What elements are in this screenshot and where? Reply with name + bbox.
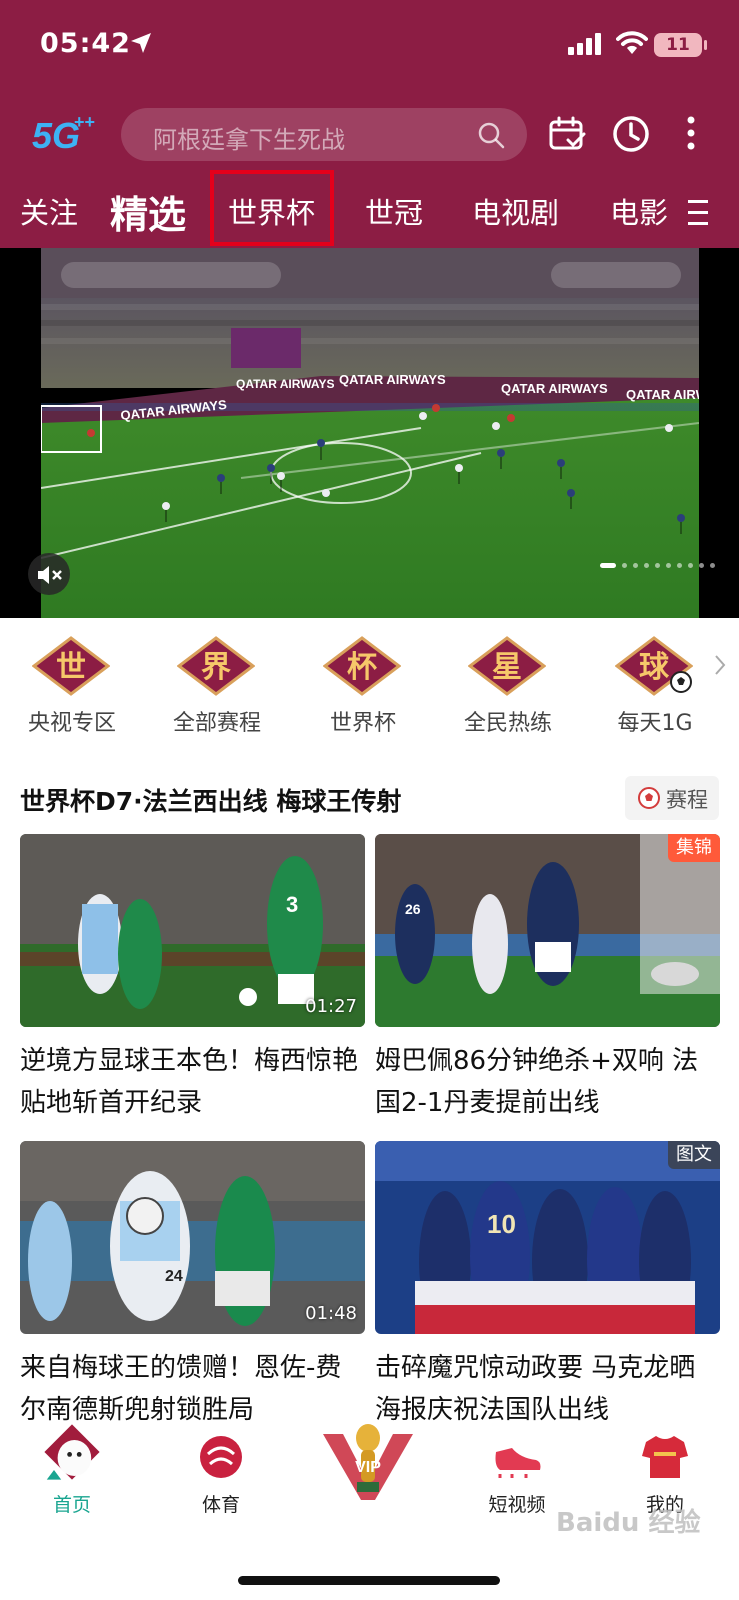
star-emblem-icon: 星 — [468, 636, 546, 696]
quick-link-daily-data[interactable]: 球 每天1G — [590, 632, 720, 742]
calendar-icon[interactable] — [548, 116, 586, 152]
status-time: 05:42 — [40, 28, 131, 59]
schedule-button[interactable]: 赛程 — [625, 776, 719, 820]
ball-emblem-icon: 球 — [615, 636, 693, 696]
tab-tv-series[interactable]: 电视剧 — [472, 190, 559, 232]
svg-text:球: 球 — [639, 650, 670, 685]
cup-emblem-icon: 杯 — [323, 636, 401, 696]
video-title[interactable]: 逆境方显球王本色！梅西惊艳贴地斩首开纪录 — [20, 1040, 365, 1124]
quick-link-world-cup[interactable]: 杯 世界杯 — [298, 632, 428, 742]
battery-tip — [704, 40, 707, 50]
tab-world-cup[interactable]: 世界杯 — [228, 190, 315, 232]
tab-champions[interactable]: 世冠 — [365, 190, 423, 232]
section-title: 世界杯D7·法兰西出线 梅球王传射 — [20, 787, 402, 816]
location-arrow-icon — [131, 33, 151, 53]
svg-text:星: 星 — [492, 650, 522, 685]
quick-link-schedule[interactable]: 界 全部赛程 — [152, 632, 282, 742]
video-thumbnail[interactable]: 10 图文 — [375, 1141, 720, 1334]
carousel-dot — [710, 563, 715, 568]
ad-board-3: QATAR AIRWAYS — [339, 372, 446, 387]
jersey-number: 10 — [487, 1209, 516, 1239]
carousel-dot — [655, 563, 660, 568]
nav-vip[interactable]: VIP — [313, 1424, 423, 1528]
schedule-label: 赛程 — [666, 788, 708, 812]
svg-text:++: ++ — [74, 112, 95, 132]
quick-link-label: 每天1G — [617, 711, 693, 736]
search-icon[interactable] — [477, 121, 505, 149]
wifi-icon — [616, 31, 648, 54]
tab-follow[interactable]: 关注 — [20, 190, 78, 232]
highlights-badge: 集锦 — [668, 834, 720, 862]
jersey-number: 26 — [405, 901, 421, 917]
carousel-dot-active — [600, 563, 616, 568]
vip-label: VIP — [355, 1459, 381, 1476]
svg-text:杯: 杯 — [347, 650, 377, 685]
video-title[interactable]: 来自梅球王的馈赠！恩佐-费尔南德斯兜射锁胜局 — [20, 1347, 365, 1431]
cellular-signal-icon — [568, 33, 601, 55]
quick-link-label: 全民热练 — [463, 711, 552, 736]
quick-link-label: 世界杯 — [329, 711, 396, 736]
battery-level: 11 — [666, 35, 690, 55]
watermark: Baidu 经验 — [556, 1508, 701, 1538]
carousel-dot — [644, 563, 649, 568]
logo-text: 5G — [32, 115, 80, 154]
chevron-right-icon[interactable] — [714, 654, 726, 676]
video-title[interactable]: 击碎魔咒惊动政要 马克龙晒海报庆祝法国队出线 — [375, 1347, 720, 1431]
more-options-icon[interactable] — [686, 116, 696, 150]
home-indicator[interactable] — [238, 1576, 500, 1585]
article-badge: 图文 — [668, 1141, 720, 1169]
carousel-dot — [666, 563, 671, 568]
ad-board-2: QATAR AIRWAYS — [236, 377, 334, 391]
carousel-dot — [699, 563, 704, 568]
carousel-dot — [633, 563, 638, 568]
football-boot-icon — [495, 1448, 541, 1478]
mute-button[interactable] — [28, 553, 70, 595]
search-input[interactable]: 阿根廷拿下生死战 — [121, 108, 527, 161]
app-logo[interactable]: 5G ++ — [30, 110, 102, 154]
nav-home[interactable]: 首页 — [17, 1424, 127, 1528]
carousel-dot — [677, 563, 682, 568]
vip-trophy-icon: VIP — [323, 1424, 413, 1500]
ad-board-4: QATAR AIRWAYS — [501, 381, 608, 396]
battery-indicator: 11 — [654, 33, 702, 57]
tab-featured[interactable]: 精选 — [110, 184, 186, 239]
channel-tabs: 关注 精选 世界杯 世冠 电视剧 电影 — [0, 170, 739, 246]
quick-link-label: 全部赛程 — [172, 711, 261, 736]
history-clock-icon[interactable] — [612, 115, 650, 153]
quick-link-training[interactable]: 星 全民热练 — [443, 632, 573, 742]
ad-board-5: QATAR AIRWAYS — [626, 387, 699, 402]
app-screen: 05:42 11 5G ++ 阿根廷拿下生死战 关注 精选 世界杯 世冠 电视剧… — [0, 0, 739, 1600]
video-title[interactable]: 姆巴佩86分钟绝杀+双响 法国2-1丹麦提前出线 — [375, 1040, 720, 1124]
jersey-number: 3 — [286, 892, 298, 917]
svg-text:世: 世 — [56, 650, 86, 685]
search-placeholder: 阿根廷拿下生死战 — [153, 126, 345, 154]
sports-ball-icon — [200, 1436, 242, 1478]
hero-video[interactable]: QATAR AIRWAYS QATAR AIRWAYS QATAR AIRWAY… — [0, 248, 739, 618]
quick-link-label: 央视专区 — [27, 711, 116, 736]
quick-link-cctv[interactable]: 世 央视专区 — [7, 632, 137, 742]
header: 05:42 11 5G ++ 阿根廷拿下生死战 关注 精选 世界杯 世冠 电视剧… — [0, 0, 739, 248]
tab-movies[interactable]: 电影 — [610, 190, 668, 232]
mascot-home-icon — [44, 1424, 100, 1480]
video-duration: 01:27 — [305, 996, 357, 1017]
video-thumbnail[interactable]: 24 01:48 — [20, 1141, 365, 1334]
nav-label: 首页 — [52, 1494, 91, 1516]
carousel-dot — [688, 563, 693, 568]
jersey-number: 24 — [165, 1268, 183, 1285]
world-emblem-icon: 世 — [32, 636, 110, 696]
video-duration: 01:48 — [305, 1303, 357, 1324]
speaker-muted-icon — [38, 566, 62, 584]
nav-label: 体育 — [201, 1494, 240, 1516]
quick-links: 世 央视专区 界 全部赛程 杯 世界杯 星 全民热练 球 每天1G — [0, 632, 739, 742]
football-icon — [638, 787, 660, 809]
video-thumbnail[interactable]: 3 01:27 — [20, 834, 365, 1027]
nav-sports[interactable]: 体育 — [166, 1428, 276, 1528]
field-emblem-icon: 界 — [177, 636, 255, 696]
video-thumbnail[interactable]: 26 集锦 — [375, 834, 720, 1027]
channel-menu-icon[interactable] — [688, 198, 710, 228]
jersey-icon — [642, 1436, 688, 1478]
svg-text:界: 界 — [201, 650, 231, 685]
carousel-dot — [622, 563, 627, 568]
